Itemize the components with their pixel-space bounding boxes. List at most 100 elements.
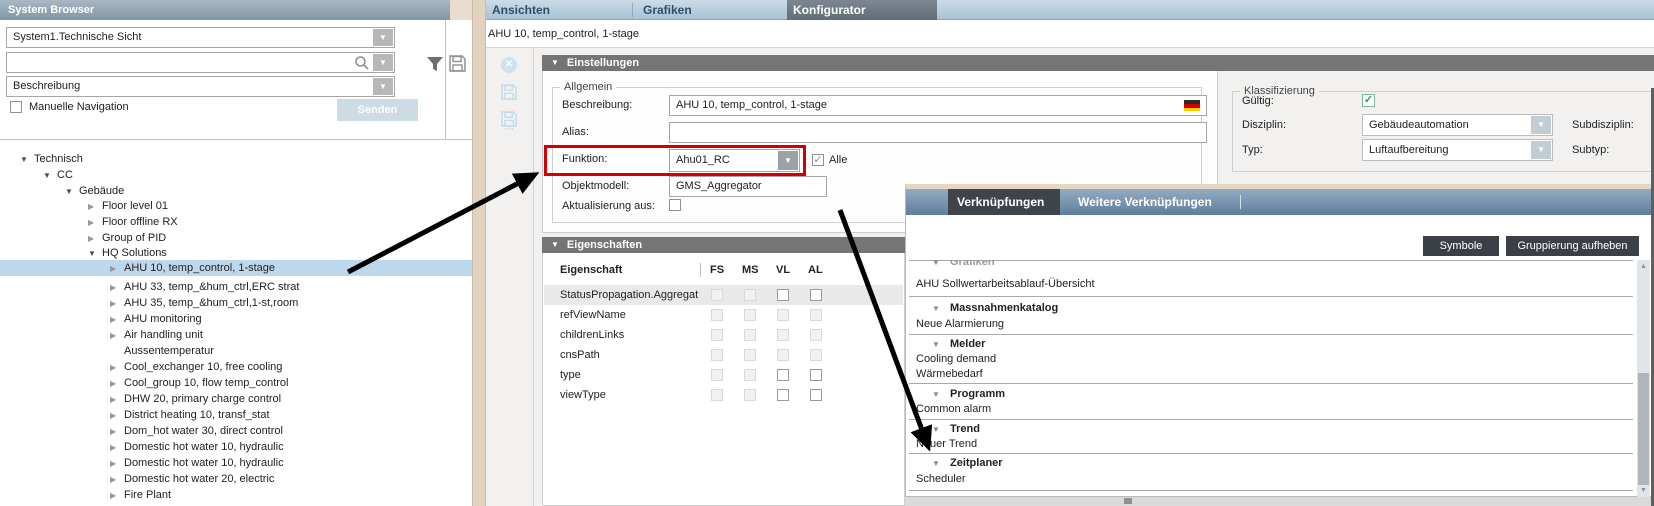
tab-weitere-verknuepfungen[interactable]: Weitere Verknüpfungen bbox=[1078, 195, 1212, 209]
expanded-arrow-icon[interactable] bbox=[88, 246, 102, 261]
al-checkbox[interactable] bbox=[810, 289, 822, 301]
typ-dropdown[interactable]: Luftaufbereitung ▼ bbox=[1362, 139, 1553, 161]
fs-checkbox[interactable] bbox=[711, 389, 723, 401]
col-ms[interactable]: MS bbox=[742, 256, 759, 284]
property-row[interactable]: cnsPath bbox=[544, 345, 903, 365]
collapsed-arrow-icon[interactable] bbox=[110, 376, 124, 391]
al-checkbox[interactable] bbox=[810, 329, 822, 341]
scroll-up-icon[interactable]: ▲ bbox=[1637, 260, 1650, 273]
tree-item[interactable]: Cool_group 10, flow temp_control bbox=[0, 376, 472, 391]
aktualisierung-checkbox[interactable] bbox=[669, 199, 681, 211]
gruppierung-aufheben-button[interactable]: Gruppierung aufheben bbox=[1506, 236, 1639, 256]
tree-item-selected[interactable]: AHU 10, temp_control, 1-stage bbox=[0, 260, 472, 276]
fs-checkbox[interactable] bbox=[711, 349, 723, 361]
link-group[interactable]: ▼Melder bbox=[909, 337, 1636, 352]
collapsed-arrow-icon[interactable] bbox=[88, 215, 102, 230]
vl-checkbox[interactable] bbox=[777, 309, 789, 321]
vl-checkbox[interactable] bbox=[777, 389, 789, 401]
col-vl[interactable]: VL bbox=[776, 256, 790, 284]
fs-checkbox[interactable] bbox=[711, 369, 723, 381]
collapsed-arrow-icon[interactable] bbox=[110, 312, 124, 327]
section-collapse-icon[interactable]: ▼ bbox=[551, 55, 559, 71]
tree-item[interactable]: Domestic hot water 10, hydraulic bbox=[0, 456, 472, 471]
link-item[interactable]: Cooling demand bbox=[909, 352, 1636, 367]
collapsed-arrow-icon[interactable] bbox=[110, 296, 124, 311]
save-icon[interactable] bbox=[501, 84, 517, 100]
save-as-icon[interactable] bbox=[501, 111, 517, 130]
beschreibung-input[interactable]: AHU 10, temp_control, 1-stage bbox=[669, 95, 1207, 116]
chevron-down-icon[interactable]: ▼ bbox=[373, 78, 393, 95]
save-filter-icon[interactable] bbox=[449, 55, 466, 72]
tab-verknuepfungen[interactable]: Verknüpfungen bbox=[948, 189, 1060, 215]
expanded-arrow-icon[interactable] bbox=[20, 152, 34, 167]
tree-item[interactable]: Technisch bbox=[0, 152, 472, 167]
expanded-arrow-icon[interactable]: ▼ bbox=[932, 260, 940, 270]
property-row[interactable]: childrenLinks bbox=[544, 325, 903, 345]
collapsed-arrow-icon[interactable] bbox=[110, 392, 124, 407]
manual-navigation-checkbox[interactable] bbox=[10, 101, 22, 113]
tree-item[interactable]: Cool_exchanger 10, free cooling bbox=[0, 360, 472, 375]
property-row[interactable]: type bbox=[544, 365, 903, 385]
vl-checkbox[interactable] bbox=[777, 349, 789, 361]
objektmodell-input[interactable]: GMS_Aggregator bbox=[669, 176, 827, 197]
expanded-arrow-icon[interactable]: ▼ bbox=[932, 422, 940, 437]
discard-button[interactable]: ✕ bbox=[501, 57, 517, 73]
collapsed-arrow-icon[interactable] bbox=[110, 328, 124, 343]
collapsed-arrow-icon[interactable] bbox=[88, 231, 102, 246]
tree-item[interactable]: Domestic hot water 20, electric bbox=[0, 472, 472, 487]
eigenschaften-header[interactable]: ▼Eigenschaften bbox=[542, 237, 905, 253]
al-checkbox[interactable] bbox=[810, 349, 822, 361]
tree-item[interactable]: Floor offline RX bbox=[0, 215, 472, 230]
search-icon[interactable] bbox=[354, 55, 370, 71]
ms-checkbox[interactable] bbox=[744, 289, 756, 301]
tree-item[interactable]: Domestic hot water 10, hydraulic bbox=[0, 440, 472, 455]
col-al[interactable]: AL bbox=[808, 256, 823, 284]
chevron-down-icon[interactable]: ▼ bbox=[1531, 116, 1551, 134]
alias-input[interactable] bbox=[669, 122, 1207, 143]
property-row[interactable]: viewType bbox=[544, 385, 903, 405]
col-fs[interactable]: FS bbox=[710, 256, 724, 284]
section-collapse-icon[interactable]: ▼ bbox=[551, 237, 559, 253]
filter-mode-dropdown[interactable]: Beschreibung ▼ bbox=[6, 76, 395, 97]
tree-item[interactable]: CC bbox=[0, 168, 472, 183]
tree-item[interactable]: Dom_hot water 30, direct control bbox=[0, 424, 472, 439]
tab-grafiken[interactable]: Grafiken bbox=[643, 3, 692, 17]
link-item[interactable]: Neuer Trend bbox=[909, 437, 1636, 452]
link-item[interactable]: Wärmebedarf bbox=[909, 367, 1636, 382]
link-item[interactable]: AHU Sollwertarbeitsablauf-Übersicht bbox=[909, 277, 1636, 292]
property-row[interactable]: StatusPropagation.Aggregat bbox=[544, 285, 903, 305]
disziplin-dropdown[interactable]: Gebäudeautomation ▼ bbox=[1362, 114, 1553, 136]
ms-checkbox[interactable] bbox=[744, 369, 756, 381]
tree-item[interactable]: DHW 20, primary charge control bbox=[0, 392, 472, 407]
al-checkbox[interactable] bbox=[810, 369, 822, 381]
tree-item[interactable]: Air handling unit bbox=[0, 328, 472, 343]
gueltig-checkbox[interactable]: ✓ bbox=[1362, 94, 1375, 107]
chevron-down-icon[interactable]: ▼ bbox=[373, 54, 393, 71]
link-group[interactable]: ▼Zeitplaner bbox=[909, 456, 1636, 471]
link-group-clipped[interactable]: ▼Grafiken bbox=[909, 260, 1636, 270]
fs-checkbox[interactable] bbox=[711, 309, 723, 321]
ms-checkbox[interactable] bbox=[744, 349, 756, 361]
link-group[interactable]: ▼Programm bbox=[909, 387, 1636, 402]
link-group[interactable]: ▼Trend bbox=[909, 422, 1636, 437]
panel-splitter[interactable] bbox=[472, 0, 486, 506]
link-group[interactable]: ▼Massnahmenkatalog bbox=[909, 301, 1636, 316]
einstellungen-header[interactable]: ▼Einstellungen bbox=[542, 55, 1654, 71]
scrollbar-thumb[interactable] bbox=[1638, 373, 1649, 485]
al-checkbox[interactable] bbox=[810, 309, 822, 321]
collapsed-arrow-icon[interactable] bbox=[110, 488, 124, 503]
vl-checkbox[interactable] bbox=[777, 369, 789, 381]
ms-checkbox[interactable] bbox=[744, 329, 756, 341]
tree-item[interactable]: Aussentemperatur bbox=[0, 344, 472, 359]
bottom-scroll-handle[interactable] bbox=[1124, 498, 1132, 504]
collapsed-arrow-icon[interactable] bbox=[110, 440, 124, 455]
search-input[interactable]: ▼ bbox=[6, 52, 395, 73]
link-item[interactable]: Neue Alarmierung bbox=[909, 317, 1636, 332]
ms-checkbox[interactable] bbox=[744, 309, 756, 321]
collapsed-arrow-icon[interactable] bbox=[88, 199, 102, 214]
expanded-arrow-icon[interactable]: ▼ bbox=[932, 456, 940, 471]
fs-checkbox[interactable] bbox=[711, 289, 723, 301]
vl-checkbox[interactable] bbox=[777, 329, 789, 341]
view-selector-dropdown[interactable]: System1.Technische Sicht ▼ bbox=[6, 27, 395, 48]
collapsed-arrow-icon[interactable] bbox=[110, 472, 124, 487]
